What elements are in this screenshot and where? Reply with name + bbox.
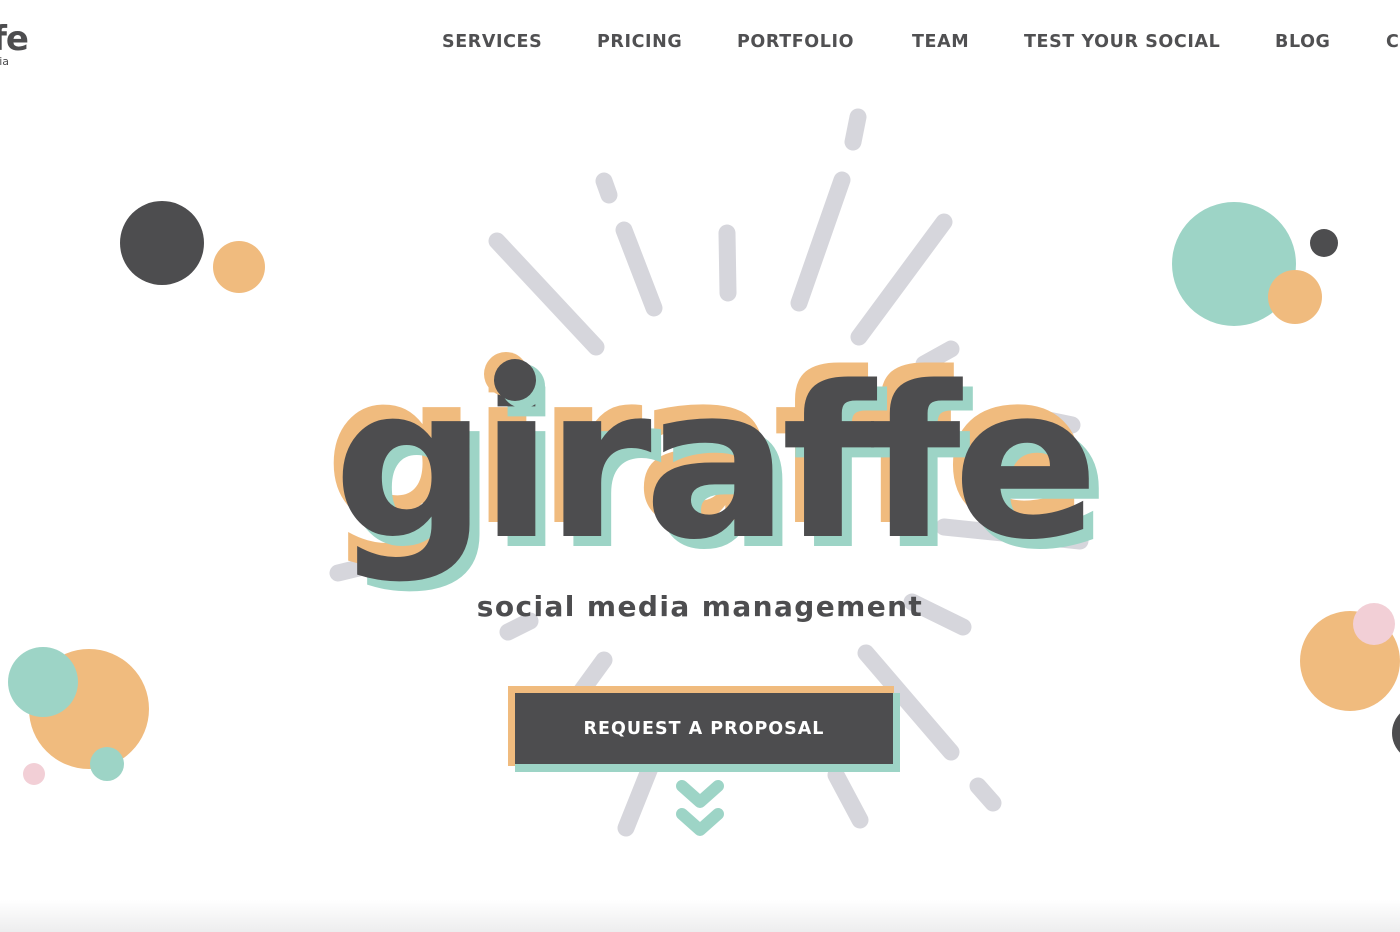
ray-decoration [615,221,663,317]
ray-decoration [718,224,737,302]
hero-subtitle: social media management [476,590,924,623]
dot-decoration [213,241,265,293]
hero-title-main: giraffe [333,341,1091,586]
dot-decoration [8,647,78,717]
dots-top-right [1172,202,1338,326]
ray-decoration [844,108,867,151]
dot-decoration [1268,270,1322,324]
ray-decoration [595,172,618,204]
dots-top-left [120,201,265,293]
dot-decoration [23,763,45,785]
page: giraffe social media SERVICES PRICING PO… [0,0,1400,932]
dot-decoration [1392,713,1400,753]
cta-container: REQUEST A PROPOSAL [508,686,900,772]
dots-bottom-left [8,647,149,785]
dot-decoration [494,359,536,401]
section-bottom-fade [0,900,1400,932]
hero-title: giraffe giraffe giraffe [324,327,1109,596]
ray-decoration [850,213,953,346]
ray-decoration [617,759,659,837]
double-chevron-down-icon[interactable] [670,776,730,842]
ray-decoration [969,777,1002,812]
ray-decoration [827,766,869,829]
dot-decoration [90,747,124,781]
dot-decoration [120,201,204,285]
request-proposal-button[interactable]: REQUEST A PROPOSAL [515,693,893,764]
dot-decoration [1310,229,1338,257]
dots-bottom-right [1300,603,1400,753]
ray-decoration [790,171,851,312]
